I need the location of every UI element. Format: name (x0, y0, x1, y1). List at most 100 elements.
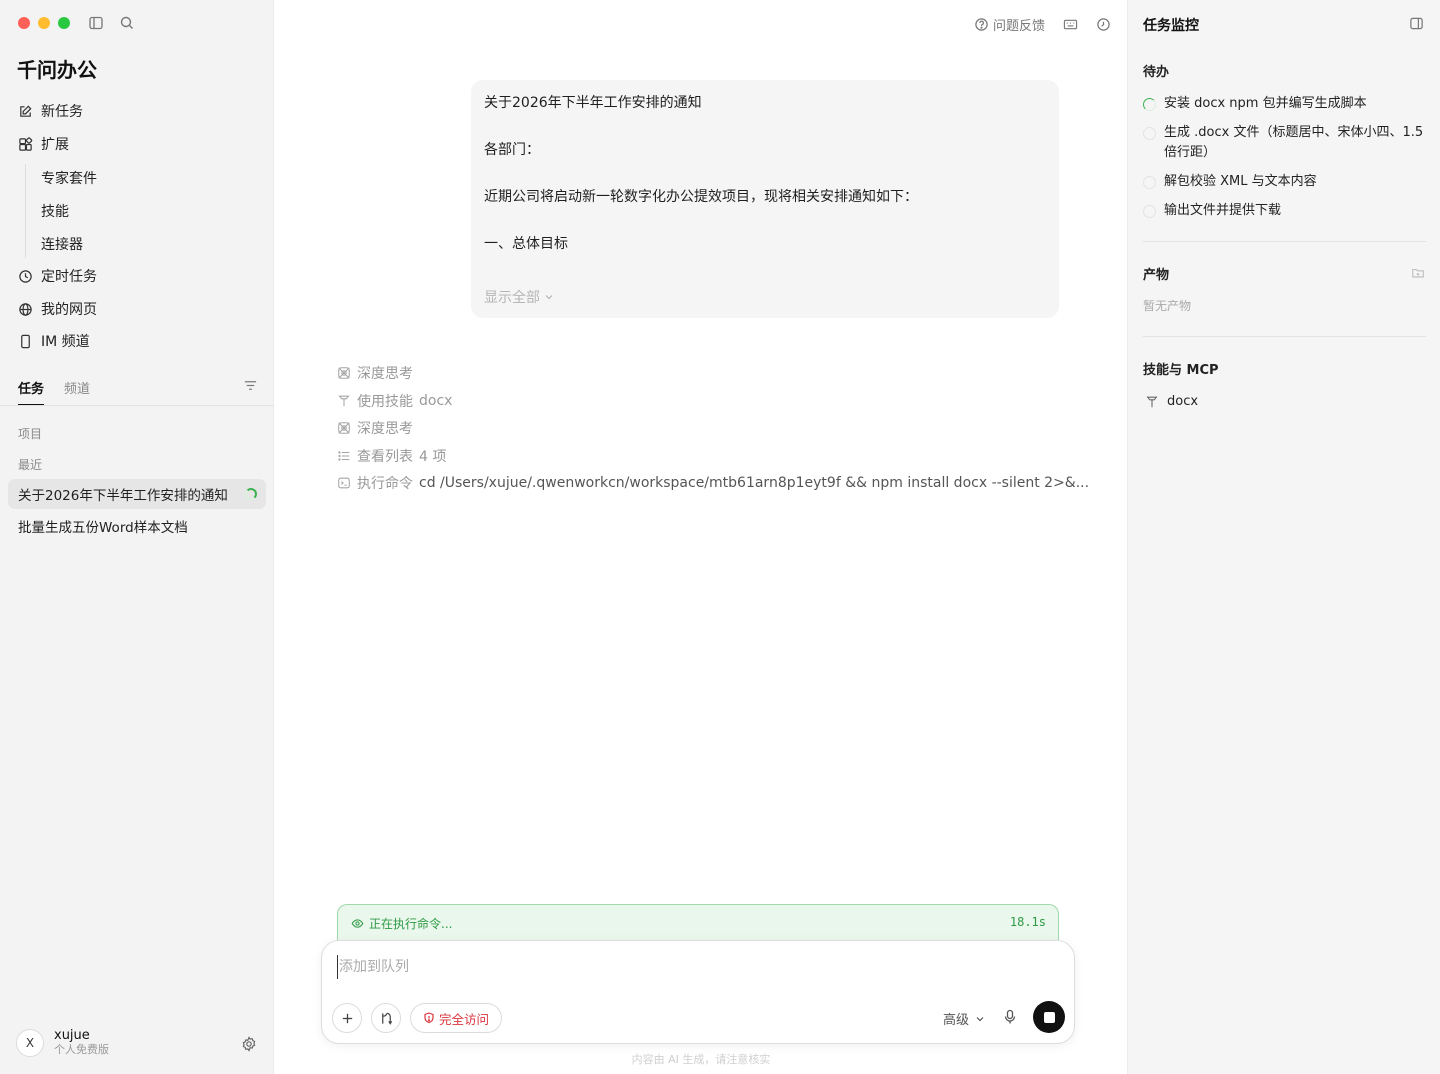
nav-connectors[interactable]: 连接器 (41, 234, 83, 254)
shield-icon (424, 1012, 434, 1024)
avatar: X (16, 1029, 44, 1057)
step-label: 深度思考 (357, 366, 413, 382)
full-access-label: 完全访问 (439, 1011, 490, 1027)
nav-new-task-label: 新任务 (41, 104, 83, 120)
mode-button[interactable] (371, 1003, 401, 1033)
skill-name: docx (1167, 394, 1199, 409)
tab-channels[interactable]: 频道 (64, 378, 90, 406)
task-title: 批量生成五份Word样本文档 (18, 520, 188, 536)
user-profile[interactable]: X xujue 个人免费版 (16, 1029, 109, 1057)
history-icon[interactable] (1096, 17, 1111, 32)
section-projects[interactable]: 项目 (18, 425, 42, 442)
running-spinner-icon (245, 488, 257, 500)
edit-icon (20, 104, 32, 117)
nav-expert-suite[interactable]: 专家套件 (41, 168, 97, 188)
divider (1143, 241, 1426, 242)
keyboard-icon[interactable] (1063, 17, 1078, 32)
step-item[interactable]: 深度思考 (337, 363, 413, 383)
gear-icon[interactable] (241, 1036, 257, 1052)
folder-icon[interactable] (1411, 266, 1425, 280)
step-item[interactable]: 查看列表 4 项 (337, 446, 446, 466)
stop-button[interactable] (1033, 1001, 1065, 1033)
app-title: 千问办公 (17, 58, 97, 82)
running-status-bar: 正在执行命令... 18.1s (337, 904, 1059, 944)
show-all-label: 显示全部 (484, 290, 540, 306)
feedback-label: 问题反馈 (992, 19, 1045, 34)
skill-item[interactable]: docx (1145, 394, 1198, 409)
pending-icon (1143, 176, 1156, 189)
todo-text: 输出文件并提供下载 (1164, 203, 1282, 218)
close-window-button[interactable] (18, 17, 30, 29)
todo-text: 解包校验 XML 与文本内容 (1164, 174, 1317, 189)
artifacts-section-title: 产物 (1143, 268, 1170, 283)
brain-icon (338, 367, 350, 379)
step-detail: cd /Users/xujue/.qwenworkcn/workspace/mt… (419, 475, 1090, 491)
globe-icon (19, 302, 32, 316)
task-monitor-panel: 任务监控 待办 安装 docx npm 包并编写生成脚本 生成 .docx 文件… (1127, 0, 1440, 1074)
status-label: 正在执行命令... (369, 917, 453, 931)
terminal-icon (338, 477, 350, 489)
tab-tasks[interactable]: 任务 (18, 378, 45, 406)
chevron-down-icon (976, 1016, 984, 1021)
zoom-window-button[interactable] (58, 17, 70, 29)
model-level-select[interactable]: 高级 (943, 1009, 985, 1028)
clock-icon (19, 269, 32, 283)
sidebar-toggle-icon[interactable] (88, 15, 104, 31)
nav-skills[interactable]: 技能 (41, 201, 69, 221)
minimize-window-button[interactable] (38, 17, 50, 29)
nav-my-web[interactable]: 我的网页 (18, 298, 97, 320)
skills-section-title: 技能与 MCP (1143, 363, 1219, 378)
model-level-label: 高级 (943, 1013, 970, 1028)
pending-icon (1143, 205, 1156, 218)
user-name: xujue (54, 1028, 90, 1043)
microphone-icon[interactable] (1002, 1009, 1018, 1025)
step-label: 执行命令 (357, 476, 413, 492)
pending-icon (1143, 127, 1156, 140)
nav-im-channel[interactable]: IM 频道 (18, 330, 90, 352)
step-label: 深度思考 (357, 421, 413, 437)
main-content: 问题反馈 关于2026年下半年工作安排的通知 各部门： 近期公司将启动新一轮数字… (275, 0, 1127, 1074)
show-all-button[interactable]: 显示全部 (484, 287, 554, 307)
task-item[interactable]: 批量生成五份Word样本文档 (8, 511, 266, 541)
branch-icon (381, 1012, 392, 1025)
todo-item: 输出文件并提供下载 (1143, 201, 1428, 221)
extensions-icon (19, 136, 33, 151)
panel-title: 任务监控 (1143, 18, 1199, 34)
step-label: 查看列表 (357, 449, 413, 465)
nav-my-web-label: 我的网页 (41, 302, 97, 318)
message-line: 近期公司将启动新一轮数字化办公提效项目，现将相关安排通知如下： (484, 189, 918, 205)
elapsed-time: 18.1s (1009, 915, 1046, 929)
todo-section-title: 待办 (1143, 65, 1170, 80)
nav-new-task[interactable]: 新任务 (18, 100, 83, 122)
header-actions: 问题反馈 (974, 15, 1111, 34)
tool-icon (1146, 396, 1158, 407)
window-controls (18, 17, 70, 29)
step-detail: 4 项 (419, 449, 447, 465)
nav-extensions[interactable]: 扩展 (18, 133, 69, 155)
help-icon (975, 18, 988, 31)
todo-item: 生成 .docx 文件（标题居中、宋体小四、1.5 倍行距） (1143, 123, 1428, 163)
list-icon (338, 451, 350, 461)
task-item[interactable]: 关于2026年下半年工作安排的通知 (8, 479, 266, 509)
panel-toggle-icon[interactable] (1409, 16, 1424, 31)
filter-icon[interactable] (243, 378, 258, 393)
phone-icon (21, 334, 30, 348)
composer: 完全访问 高级 (321, 940, 1075, 1044)
search-icon[interactable] (119, 15, 135, 31)
full-access-button[interactable]: 完全访问 (410, 1003, 503, 1033)
step-item[interactable]: 执行命令 cd /Users/xujue/.qwenworkcn/workspa… (337, 473, 1089, 493)
queue-input[interactable] (337, 955, 1037, 979)
extensions-tree-line (25, 164, 26, 258)
chevron-down-icon (545, 295, 553, 300)
message-line: 各部门： (484, 142, 540, 158)
step-item[interactable]: 使用技能 docx (337, 391, 452, 411)
todo-item: 安装 docx npm 包并编写生成脚本 (1143, 94, 1428, 114)
add-button[interactable] (332, 1003, 362, 1033)
nav-scheduled-tasks[interactable]: 定时任务 (18, 265, 97, 287)
step-item[interactable]: 深度思考 (337, 418, 413, 438)
nav-im-channel-label: IM 频道 (41, 334, 90, 350)
stop-icon (1043, 1011, 1055, 1023)
feedback-button[interactable]: 问题反馈 (974, 15, 1045, 34)
sidebar: 千问办公 新任务 扩展 专家套件 技能 连接器 定时任务 我的网页 IM 频道 … (0, 0, 274, 1074)
plus-icon (342, 1013, 352, 1023)
